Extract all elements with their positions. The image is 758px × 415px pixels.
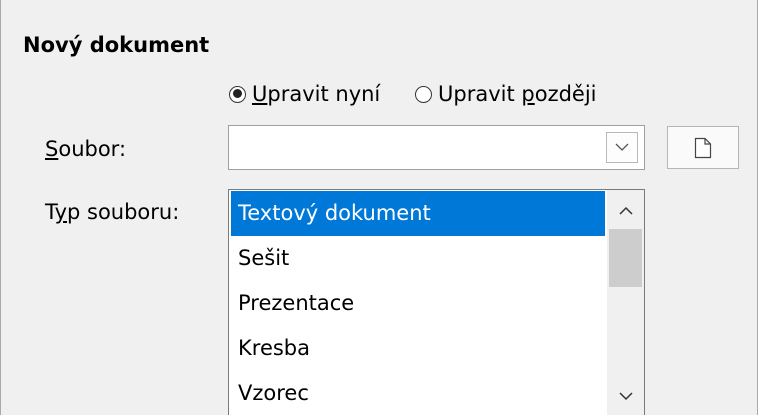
radio-edit-later-label: Upravit později [438, 82, 597, 106]
scroll-up-button[interactable] [607, 192, 644, 229]
list-scrollbar[interactable] [607, 190, 644, 415]
list-item[interactable]: Kresba [231, 326, 605, 371]
chevron-down-icon [618, 392, 633, 401]
new-document-panel: Nový dokument Upravit nyní Upravit pozdě… [0, 0, 758, 415]
radio-edit-now-indicator[interactable] [229, 85, 246, 103]
scroll-down-button[interactable] [607, 378, 644, 415]
radio-edit-now-label: Upravit nyní [252, 82, 381, 106]
file-type-listbox[interactable]: Textový dokument Sešit Prezentace Kresba… [228, 189, 645, 415]
list-item[interactable]: Prezentace [231, 281, 605, 326]
radio-edit-later-indicator[interactable] [415, 85, 432, 103]
list-item[interactable]: Vzorec [231, 371, 605, 415]
chevron-down-icon [615, 143, 629, 151]
scroll-thumb[interactable] [609, 229, 642, 287]
new-document-icon [694, 137, 712, 158]
list-item[interactable]: Textový dokument [231, 191, 605, 236]
list-item[interactable]: Sešit [231, 236, 605, 281]
file-label: Soubor: [45, 137, 127, 161]
radio-edit-now[interactable]: Upravit nyní [229, 82, 380, 106]
file-combobox[interactable] [228, 125, 645, 170]
radio-edit-later[interactable]: Upravit později [415, 82, 597, 106]
section-title: Nový dokument [23, 33, 210, 57]
chevron-up-icon [618, 206, 633, 215]
file-combobox-dropdown-button[interactable] [606, 132, 638, 163]
file-type-label: Typ souboru: [45, 200, 180, 224]
new-file-button[interactable] [667, 126, 739, 169]
